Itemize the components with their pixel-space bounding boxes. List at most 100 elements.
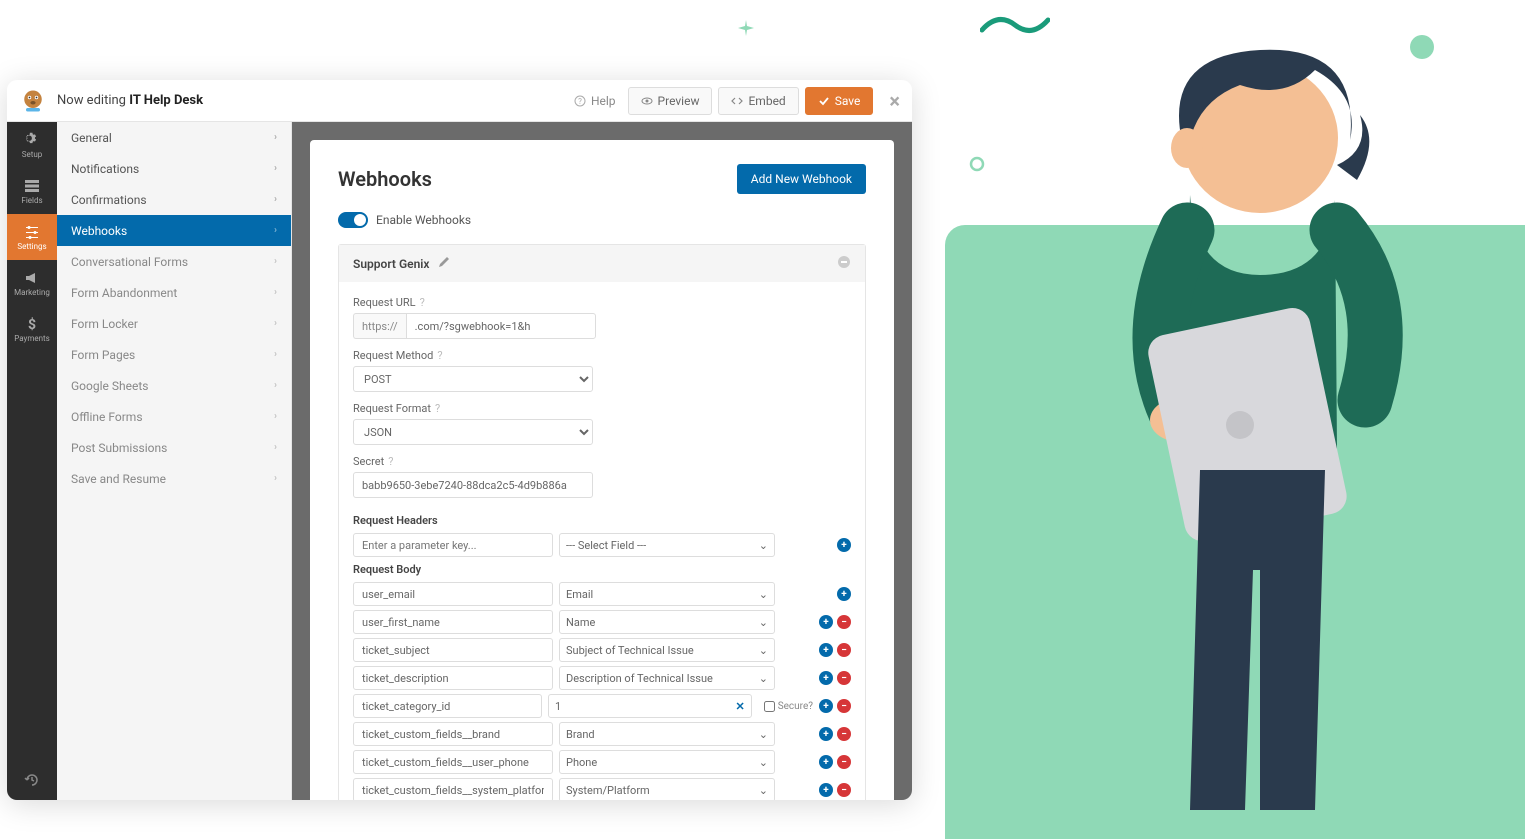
section-header: Support Genix bbox=[339, 245, 865, 282]
delete-icon[interactable]: − bbox=[837, 671, 851, 685]
rail-marketing[interactable]: Marketing bbox=[7, 260, 57, 306]
rail-settings[interactable]: Settings bbox=[7, 214, 57, 260]
chevron-down-icon: ⌄ bbox=[759, 728, 768, 741]
delete-icon[interactable]: − bbox=[837, 699, 851, 713]
delete-icon[interactable]: − bbox=[837, 783, 851, 797]
preview-button[interactable]: Preview bbox=[628, 87, 713, 115]
body-value-select[interactable]: Phone⌄ bbox=[559, 750, 775, 774]
chevron-right-icon: › bbox=[274, 194, 277, 205]
delete-icon[interactable]: − bbox=[837, 727, 851, 741]
request-url-label: Request URL? bbox=[353, 296, 851, 309]
body-key-input[interactable] bbox=[353, 778, 553, 800]
body-key-input[interactable] bbox=[353, 750, 553, 774]
add-icon[interactable]: + bbox=[819, 727, 833, 741]
sidebar-item-general[interactable]: General› bbox=[57, 122, 291, 153]
rail-fields-label: Fields bbox=[21, 196, 42, 205]
body-row: Brand⌄ +− bbox=[353, 722, 851, 746]
body-row: Email⌄ + bbox=[353, 582, 851, 606]
sidebar-item-save-resume[interactable]: Save and Resume› bbox=[57, 463, 291, 494]
clear-icon[interactable]: ✕ bbox=[735, 700, 744, 713]
body-row: System/Platform⌄ +− bbox=[353, 778, 851, 800]
body-key-input[interactable] bbox=[353, 694, 542, 718]
add-icon[interactable]: + bbox=[837, 538, 851, 552]
sidebar-item-notifications[interactable]: Notifications› bbox=[57, 153, 291, 184]
rail-history[interactable] bbox=[7, 760, 57, 800]
sidebar-item-webhooks[interactable]: Webhooks› bbox=[57, 215, 291, 246]
header-value-select[interactable]: --- Select Field ---⌄ bbox=[559, 533, 775, 557]
enable-webhooks-row: Enable Webhooks bbox=[338, 212, 866, 228]
request-format-label: Request Format? bbox=[353, 402, 851, 415]
help-label: Help bbox=[591, 94, 616, 108]
delete-icon[interactable]: − bbox=[837, 755, 851, 769]
help-icon[interactable]: ? bbox=[420, 296, 425, 309]
help-icon[interactable]: ? bbox=[435, 402, 440, 415]
add-icon[interactable]: + bbox=[819, 643, 833, 657]
sidebar-item-conversational[interactable]: Conversational Forms› bbox=[57, 246, 291, 277]
body-value-select[interactable]: 1✕ bbox=[548, 694, 752, 718]
add-icon[interactable]: + bbox=[837, 587, 851, 601]
chevron-down-icon: ⌄ bbox=[759, 672, 768, 685]
chevron-right-icon: › bbox=[274, 411, 277, 422]
editing-title: IT Help Desk bbox=[129, 93, 203, 108]
sidebar-item-sheets[interactable]: Google Sheets› bbox=[57, 370, 291, 401]
add-icon[interactable]: + bbox=[819, 615, 833, 629]
sidebar-item-confirmations[interactable]: Confirmations› bbox=[57, 184, 291, 215]
body-value-select[interactable]: Description of Technical Issue⌄ bbox=[559, 666, 775, 690]
delete-icon[interactable]: − bbox=[837, 643, 851, 657]
request-url-input[interactable] bbox=[406, 313, 596, 339]
collapse-icon[interactable] bbox=[837, 255, 851, 272]
add-icon[interactable]: + bbox=[819, 699, 833, 713]
sidebar-item-pages[interactable]: Form Pages› bbox=[57, 339, 291, 370]
body-key-input[interactable] bbox=[353, 722, 553, 746]
sidebar-item-offline[interactable]: Offline Forms› bbox=[57, 401, 291, 432]
body-key-input[interactable] bbox=[353, 638, 553, 662]
secure-checkbox[interactable]: Secure? bbox=[764, 701, 813, 712]
body-row: Name⌄ +− bbox=[353, 610, 851, 634]
body-value-select[interactable]: Brand⌄ bbox=[559, 722, 775, 746]
edit-icon[interactable] bbox=[438, 256, 450, 268]
body-row: Phone⌄ +− bbox=[353, 750, 851, 774]
svg-text:?: ? bbox=[578, 97, 582, 106]
header-key-input[interactable] bbox=[353, 533, 553, 557]
add-icon[interactable]: + bbox=[819, 755, 833, 769]
chevron-down-icon: ⌄ bbox=[759, 784, 768, 797]
chevron-down-icon: ⌄ bbox=[759, 644, 768, 657]
body-value-select[interactable]: Name⌄ bbox=[559, 610, 775, 634]
body-key-input[interactable] bbox=[353, 610, 553, 634]
sidebar-item-locker[interactable]: Form Locker› bbox=[57, 308, 291, 339]
enable-webhooks-toggle[interactable] bbox=[338, 212, 368, 228]
secret-input[interactable] bbox=[353, 472, 593, 498]
help-link[interactable]: ? Help bbox=[574, 94, 616, 108]
add-icon[interactable]: + bbox=[819, 783, 833, 797]
rail-fields[interactable]: Fields bbox=[7, 168, 57, 214]
sidebar-item-post[interactable]: Post Submissions› bbox=[57, 432, 291, 463]
section-title: Support Genix bbox=[353, 257, 429, 271]
body-value-select[interactable]: Subject of Technical Issue⌄ bbox=[559, 638, 775, 662]
delete-icon[interactable]: − bbox=[837, 615, 851, 629]
rail-marketing-label: Marketing bbox=[14, 288, 50, 297]
request-method-select[interactable]: POST bbox=[353, 366, 593, 392]
request-format-select[interactable]: JSON bbox=[353, 419, 593, 445]
add-webhook-button[interactable]: Add New Webhook bbox=[737, 164, 866, 194]
megaphone-icon bbox=[24, 270, 40, 286]
help-icon[interactable]: ? bbox=[437, 349, 442, 362]
history-icon bbox=[24, 772, 40, 788]
help-icon[interactable]: ? bbox=[388, 455, 393, 468]
embed-button[interactable]: Embed bbox=[718, 87, 798, 115]
close-icon[interactable]: × bbox=[889, 89, 900, 113]
rail-setup[interactable]: Setup bbox=[7, 122, 57, 168]
chevron-right-icon: › bbox=[274, 163, 277, 174]
chevron-right-icon: › bbox=[274, 225, 277, 236]
url-prefix: https:// bbox=[353, 313, 406, 339]
rail-payments[interactable]: $ Payments bbox=[7, 306, 57, 352]
chevron-right-icon: › bbox=[274, 380, 277, 391]
sidebar-item-abandonment[interactable]: Form Abandonment› bbox=[57, 277, 291, 308]
webhooks-panel: Webhooks Add New Webhook Enable Webhooks… bbox=[310, 140, 894, 800]
add-icon[interactable]: + bbox=[819, 671, 833, 685]
body-key-input[interactable] bbox=[353, 582, 553, 606]
body-value-select[interactable]: Email⌄ bbox=[559, 582, 775, 606]
body-value-select[interactable]: System/Platform⌄ bbox=[559, 778, 775, 800]
body-key-input[interactable] bbox=[353, 666, 553, 690]
editing-label: Now editing IT Help Desk bbox=[57, 93, 203, 108]
save-button[interactable]: Save bbox=[805, 87, 874, 115]
